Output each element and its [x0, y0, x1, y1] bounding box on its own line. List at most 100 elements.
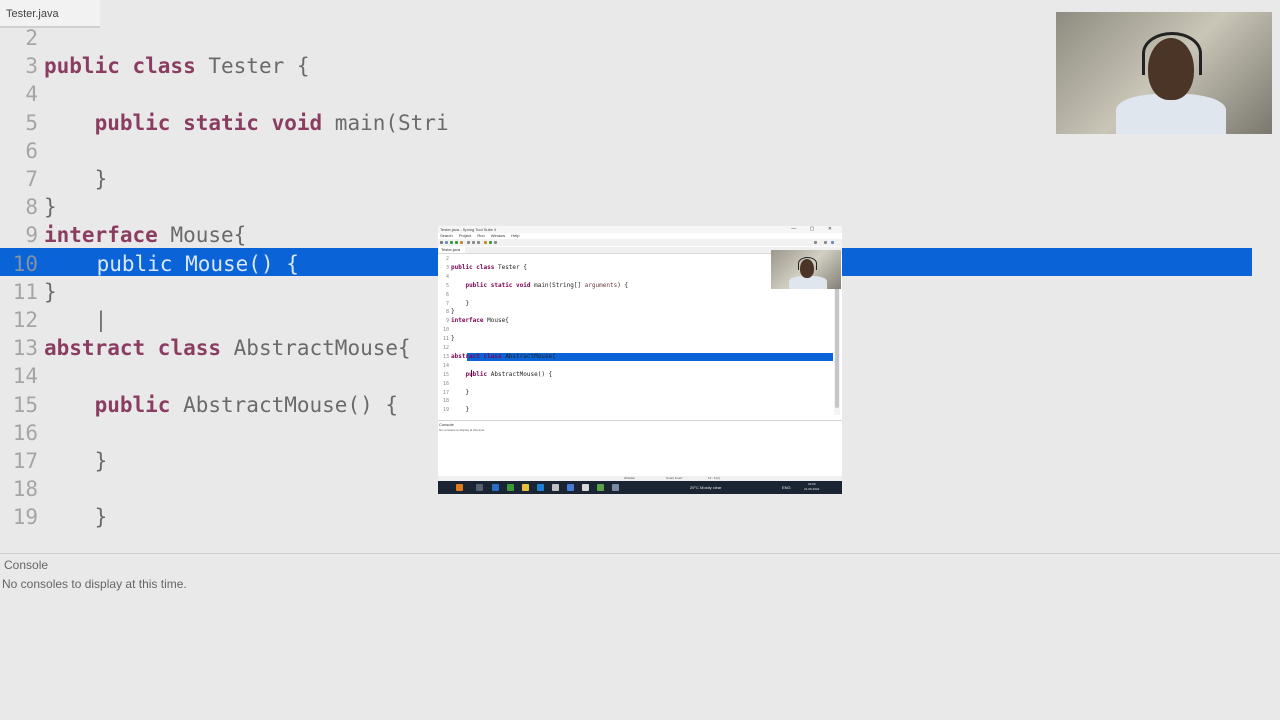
line-number: 6	[25, 138, 38, 163]
editor-tab-tester[interactable]: Tester.java	[439, 247, 465, 253]
line-number: 17	[12, 449, 38, 473]
menu-item-search[interactable]: Search	[440, 233, 453, 238]
spring-icon[interactable]	[489, 241, 492, 244]
code-keyword: abstract class	[44, 336, 234, 361]
meet-icon[interactable]	[567, 484, 574, 491]
line-number: 4	[25, 82, 38, 107]
run-icon[interactable]	[450, 241, 453, 244]
console-panel: Console No consoles to display at this t…	[438, 420, 842, 477]
code-text: public Mouse() {	[94, 251, 301, 276]
code-text: }	[451, 335, 455, 343]
quick-access-search-icon[interactable]	[814, 241, 817, 244]
java-perspective-icon[interactable]	[831, 241, 834, 244]
window-controls[interactable]: — ▢ ✕	[791, 226, 838, 233]
line-number: 15	[12, 392, 38, 417]
line-number: 8	[25, 195, 38, 220]
code-text: AbstractMouse() {	[183, 392, 399, 417]
code-line: 7 }	[438, 299, 834, 308]
line-number: 10	[12, 251, 38, 276]
code-text: }	[44, 167, 108, 191]
clock-date[interactable]: 21-06-2022	[804, 486, 819, 492]
menu-item-window[interactable]: Window	[491, 233, 505, 238]
line-number: 2	[25, 26, 38, 50]
code-line: 8}	[438, 307, 834, 316]
debug-icon[interactable]	[455, 241, 458, 244]
code-line: 10 public Mouse() {	[438, 325, 834, 334]
code-line: 16	[438, 379, 834, 388]
code-text: Tester {	[208, 54, 310, 79]
weather-widget-icon[interactable]	[456, 484, 463, 491]
mail-icon[interactable]	[537, 484, 544, 491]
code-line: 8}	[0, 193, 1252, 221]
code-text: }	[451, 299, 470, 307]
build-icon[interactable]	[460, 241, 463, 244]
code-line: 18	[438, 396, 834, 405]
menu-item-help[interactable]: Help	[511, 233, 519, 238]
code-text: arguments	[584, 281, 618, 289]
line-number: 5	[25, 110, 38, 135]
code-line: 11}	[438, 334, 834, 343]
background-console-message: No consoles to display at this time.	[2, 577, 187, 591]
save-icon[interactable]	[445, 241, 448, 244]
new-file-icon[interactable]	[440, 241, 443, 244]
ide-window: Tester.java - Spring Tool Suite 4 — ▢ ✕ …	[438, 226, 842, 494]
code-line: 7 }	[0, 165, 1252, 193]
code-keyword: public	[465, 326, 491, 334]
weather-text: 29°C Mostly clear	[690, 485, 722, 490]
file-explorer-icon[interactable]	[522, 484, 529, 491]
edge-browser-icon[interactable]	[492, 484, 499, 491]
code-text: }	[44, 505, 108, 530]
search-icon[interactable]	[476, 484, 483, 491]
background-webcam-overlay	[1056, 12, 1272, 134]
window-titlebar: Tester.java - Spring Tool Suite 4 — ▢ ✕	[438, 226, 842, 233]
console-title[interactable]: Console	[439, 422, 454, 427]
menu-item-run[interactable]: Run	[477, 233, 484, 238]
menu-item-project[interactable]: Project	[459, 233, 471, 238]
back-icon[interactable]	[472, 241, 475, 244]
code-line: 14	[438, 361, 834, 370]
line-number: 12	[12, 308, 38, 332]
code-text: AbstractMouse{	[233, 336, 411, 361]
code-line: 19 }	[0, 503, 1252, 531]
search-icon[interactable]	[467, 241, 470, 244]
headphones-icon	[1142, 32, 1202, 75]
code-line: 17 }	[438, 388, 834, 397]
line-number: 16	[12, 420, 38, 445]
line-number: 7	[25, 167, 38, 191]
webcam-person-body	[1116, 94, 1226, 134]
code-keyword: public	[465, 370, 491, 378]
language-indicator[interactable]: ENG	[782, 484, 791, 491]
code-line: 9 interface Mouse{	[438, 316, 834, 325]
code-line: 12	[438, 343, 834, 352]
package-icon[interactable]	[484, 241, 487, 244]
headphones-icon	[798, 257, 817, 270]
code-keyword: public class	[44, 54, 209, 79]
background-console-title: Console	[4, 558, 49, 572]
code-text: AbstractMouse{	[505, 352, 556, 360]
line-number: 18	[12, 477, 38, 502]
spring-tool-suite-icon[interactable]	[597, 484, 604, 491]
line-number: 19	[442, 407, 449, 414]
chrome-icon[interactable]	[582, 484, 589, 491]
code-text: main(String[]	[534, 281, 585, 289]
settings-icon[interactable]	[552, 484, 559, 491]
line-number: 11	[12, 279, 38, 304]
code-line: 6	[0, 137, 1252, 165]
forward-icon[interactable]	[477, 241, 480, 244]
perspective-icon[interactable]	[824, 241, 827, 244]
code-text: Mouse() {	[490, 326, 524, 334]
code-text: }	[451, 406, 470, 414]
line-number: 14	[12, 364, 38, 389]
code-text: main(Stri	[334, 110, 449, 135]
code-line: 15 public AbstractMouse() {	[438, 370, 834, 379]
store-icon[interactable]	[507, 484, 514, 491]
app-icon[interactable]	[612, 484, 619, 491]
tools-icon[interactable]	[494, 241, 497, 244]
editor-tab-label: Tester.java	[441, 247, 461, 252]
code-text: }	[44, 279, 57, 304]
